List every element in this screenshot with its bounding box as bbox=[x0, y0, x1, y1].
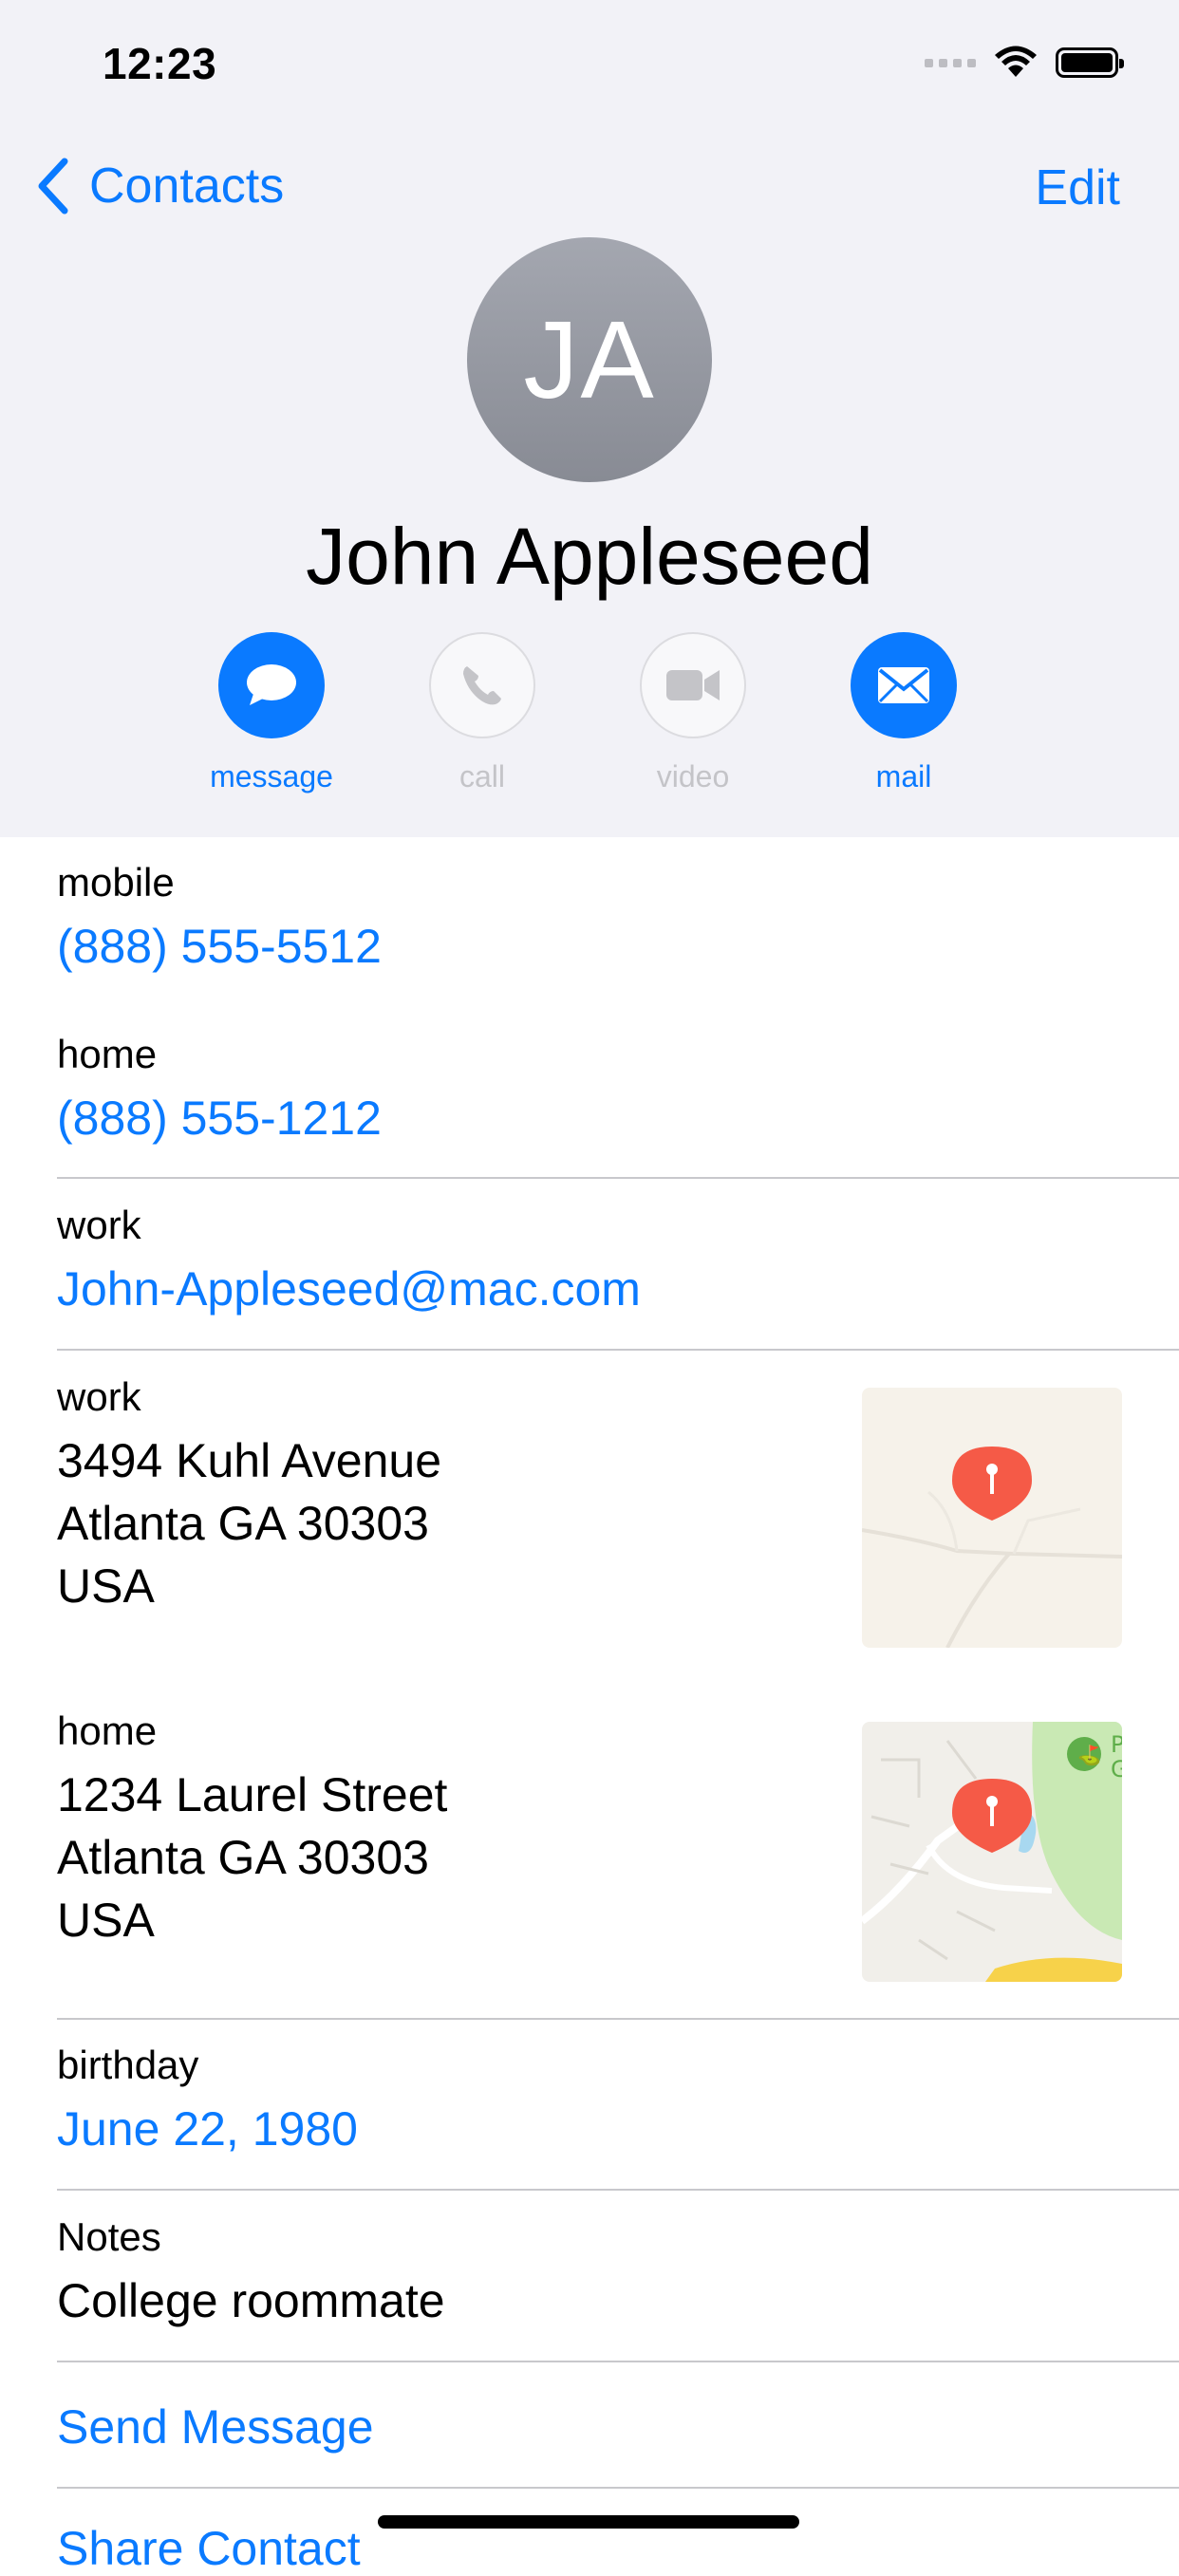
map-thumbnail-home[interactable]: ⛳ P G bbox=[862, 1722, 1122, 1982]
svg-text:P: P bbox=[1111, 1731, 1122, 1758]
address-street: 3494 Kuhl Avenue bbox=[57, 1434, 442, 1487]
birthday-value[interactable]: June 22, 1980 bbox=[57, 2101, 1179, 2156]
edit-button[interactable]: Edit bbox=[1035, 159, 1120, 216]
phone-number[interactable]: (888) 555-1212 bbox=[57, 1091, 1179, 1146]
status-time: 12:23 bbox=[103, 39, 217, 88]
phone-number[interactable]: (888) 555-5512 bbox=[57, 919, 1179, 974]
mail-button[interactable] bbox=[851, 632, 957, 738]
map-thumbnail-work[interactable] bbox=[862, 1388, 1122, 1648]
address-street: 1234 Laurel Street bbox=[57, 1768, 448, 1821]
video-action[interactable]: video bbox=[608, 632, 778, 794]
phone-label: mobile bbox=[57, 860, 175, 905]
email-address[interactable]: John-Appleseed@mac.com bbox=[57, 1261, 1179, 1316]
share-contact-link[interactable]: Share Contact bbox=[57, 2521, 1179, 2576]
divider bbox=[57, 2018, 1179, 2020]
map-image: ⛳ P G bbox=[862, 1722, 1122, 1982]
avatar: JA bbox=[467, 237, 712, 482]
map-image bbox=[862, 1388, 1122, 1648]
video-camera-icon bbox=[666, 670, 720, 700]
back-button[interactable]: Contacts bbox=[34, 156, 284, 216]
cellular-signal-icon bbox=[925, 58, 976, 67]
avatar-initials: JA bbox=[523, 298, 656, 421]
envelope-icon bbox=[878, 667, 929, 703]
svg-text:G: G bbox=[1111, 1756, 1122, 1783]
send-message-link[interactable]: Send Message bbox=[57, 2399, 1179, 2455]
battery-icon bbox=[1056, 47, 1124, 78]
phone-label: home bbox=[57, 1032, 158, 1076]
video-label: video bbox=[656, 759, 730, 793]
home-indicator[interactable] bbox=[378, 2515, 799, 2529]
divider bbox=[57, 1177, 1179, 1179]
chevron-left-icon bbox=[38, 158, 68, 215]
back-button-label: Contacts bbox=[89, 159, 285, 214]
address-label: work bbox=[57, 1374, 141, 1419]
call-button[interactable] bbox=[429, 632, 535, 738]
divider bbox=[57, 2189, 1179, 2191]
birthday-label: birthday bbox=[57, 2043, 199, 2087]
address-city: Atlanta GA 30303 bbox=[57, 1497, 429, 1550]
divider bbox=[57, 2487, 1179, 2489]
share-contact-row[interactable]: Share Contact bbox=[57, 2521, 1179, 2576]
message-label: message bbox=[210, 759, 333, 793]
speech-bubble-icon bbox=[247, 664, 296, 705]
address-row-work[interactable]: work 3494 Kuhl Avenue Atlanta GA 30303 U… bbox=[57, 1374, 837, 1617]
phone-icon bbox=[463, 666, 501, 705]
call-action[interactable]: call bbox=[397, 632, 568, 794]
address-country: USA bbox=[57, 1559, 155, 1613]
address-row-home[interactable]: home 1234 Laurel Street Atlanta GA 30303… bbox=[57, 1708, 837, 1951]
address-city: Atlanta GA 30303 bbox=[57, 1831, 429, 1884]
mail-label: mail bbox=[875, 759, 932, 793]
birthday-row[interactable]: birthday June 22, 1980 bbox=[57, 2043, 1179, 2156]
message-action[interactable]: message bbox=[186, 632, 357, 794]
contact-name: John Appleseed bbox=[306, 512, 873, 601]
notes-label: Notes bbox=[57, 2214, 161, 2259]
email-row[interactable]: work John-Appleseed@mac.com bbox=[57, 1203, 1179, 1316]
phone-row-mobile[interactable]: mobile (888) 555-5512 bbox=[57, 860, 1179, 974]
mail-action[interactable]: mail bbox=[818, 632, 989, 794]
phone-row-home[interactable]: home (888) 555-1212 bbox=[57, 1032, 1179, 1146]
message-button[interactable] bbox=[218, 632, 325, 738]
notes-value[interactable]: College roommate bbox=[57, 2273, 1179, 2328]
svg-text:⛳: ⛳ bbox=[1077, 1744, 1101, 1766]
divider bbox=[57, 1349, 1179, 1351]
wifi-icon bbox=[995, 46, 1037, 77]
status-icons bbox=[925, 44, 1124, 82]
call-label: call bbox=[458, 759, 505, 793]
notes-row[interactable]: Notes College roommate bbox=[57, 2214, 1179, 2328]
video-button[interactable] bbox=[640, 632, 746, 738]
contact-header: 12:23 Contacts Edit JA John Appleseed me… bbox=[0, 0, 1179, 837]
email-label: work bbox=[57, 1203, 141, 1247]
divider bbox=[57, 2361, 1179, 2362]
address-label: home bbox=[57, 1708, 158, 1753]
address-country: USA bbox=[57, 1894, 155, 1947]
send-message-row[interactable]: Send Message bbox=[57, 2399, 1179, 2455]
quick-actions: message call video mail bbox=[0, 632, 1179, 803]
